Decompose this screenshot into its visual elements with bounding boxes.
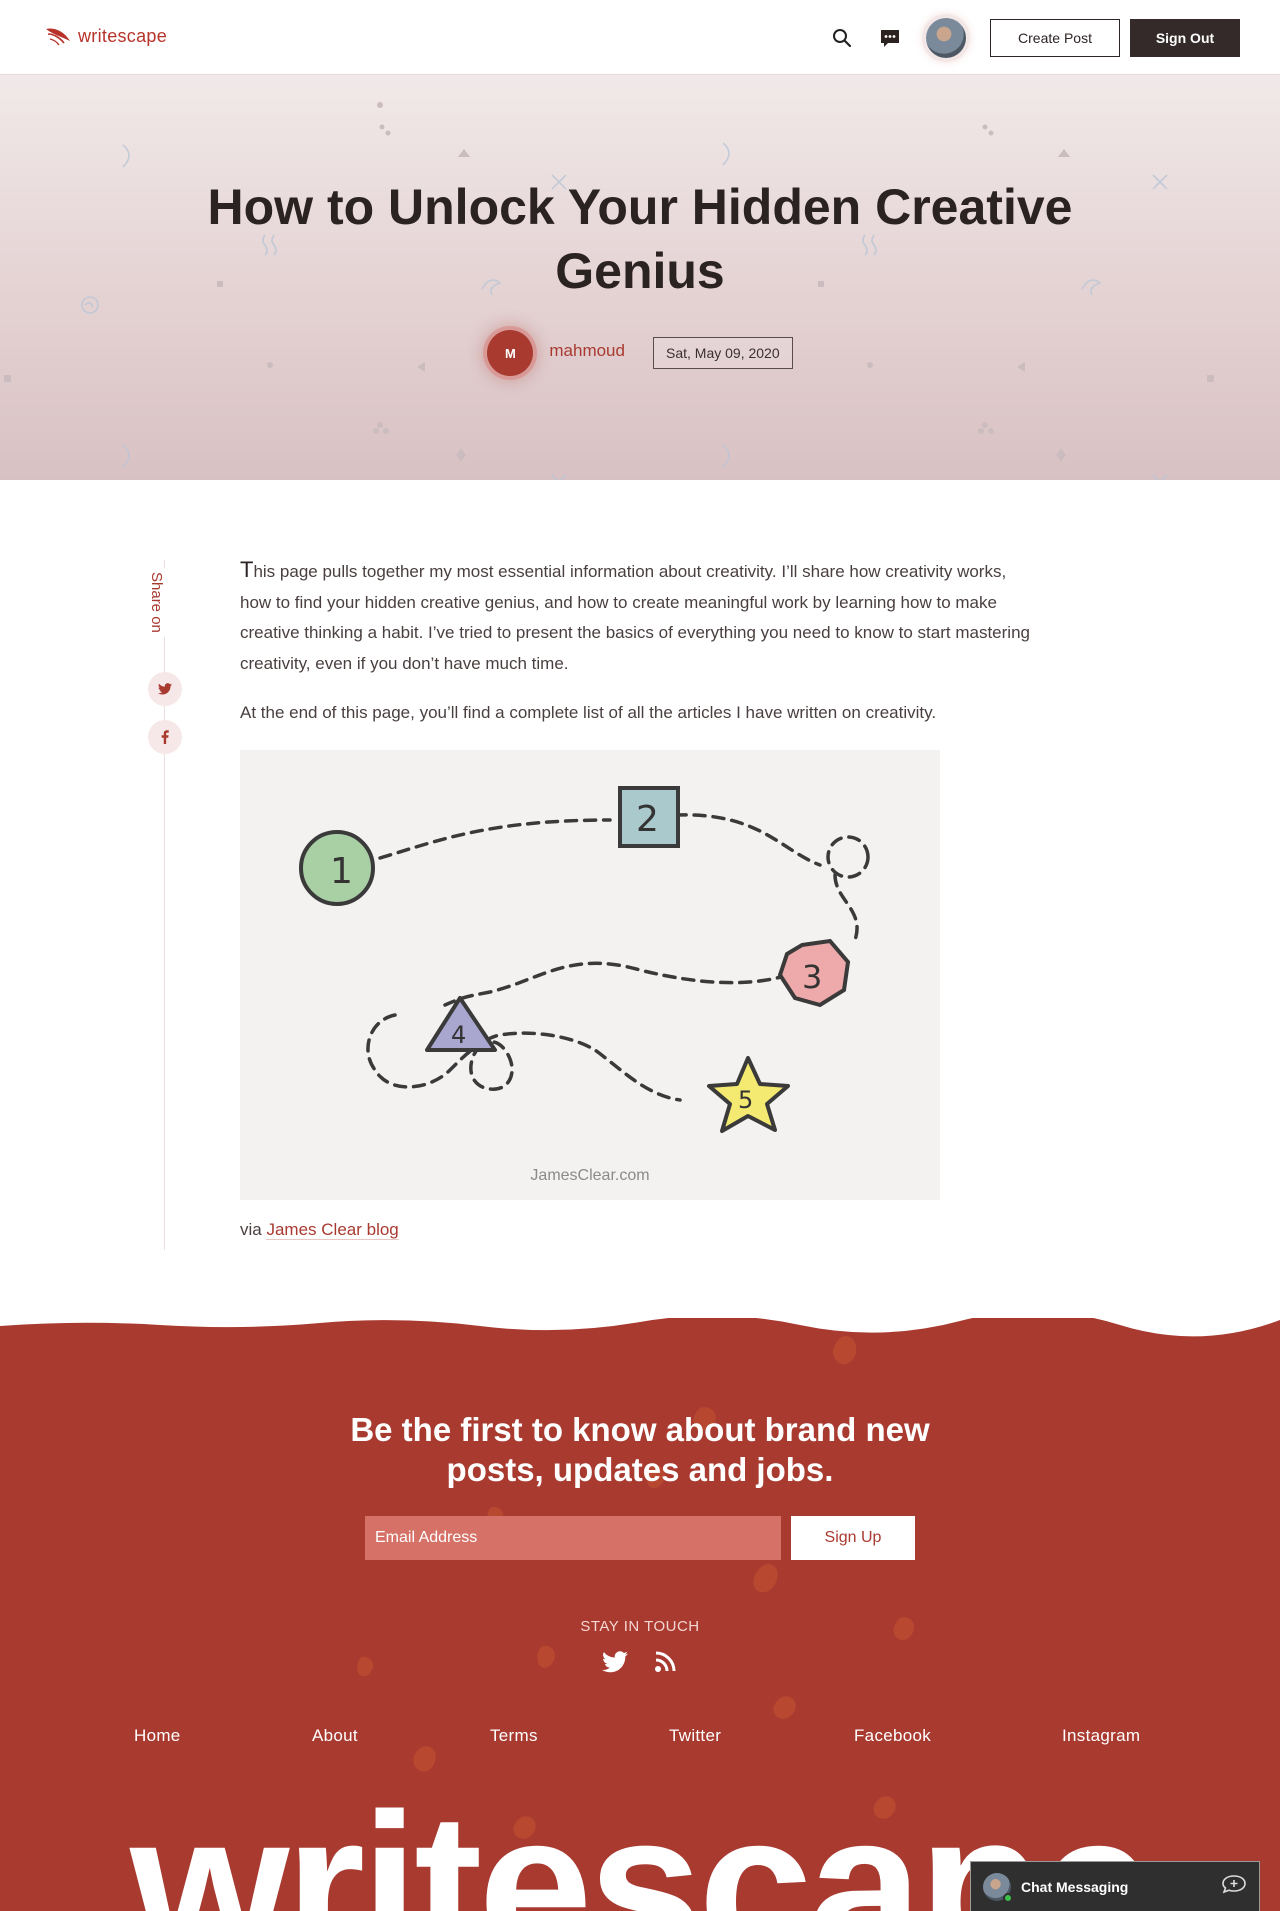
quill-icon <box>46 28 70 46</box>
online-status-dot <box>1003 1892 1013 1903</box>
create-post-button[interactable]: Create Post <box>990 19 1120 57</box>
footer-link-about[interactable]: About <box>312 1726 358 1746</box>
chat-messaging-widget[interactable]: Chat Messaging <box>970 1861 1260 1911</box>
figure-number-3: 3 <box>802 958 822 996</box>
footer-link-twitter[interactable]: Twitter <box>669 1726 721 1746</box>
share-sidebar: Share on <box>146 560 186 1250</box>
share-label: Share on <box>148 568 165 637</box>
twitter-icon[interactable] <box>601 1648 629 1676</box>
post-meta: M mahmoud Sat, May 09, 2020 <box>0 330 1280 376</box>
caption-prefix: via <box>240 1220 262 1239</box>
twitter-share-icon[interactable] <box>148 672 182 706</box>
share-divider-line <box>164 560 165 1250</box>
intro-paragraph-text: his page pulls together my most essentia… <box>240 562 1030 673</box>
chat-user-avatar <box>983 1872 1013 1903</box>
post-hero: How to Unlock Your Hidden Creative Geniu… <box>0 75 1280 480</box>
post-title: How to Unlock Your Hidden Creative Geniu… <box>207 179 1073 299</box>
author-name-link[interactable]: mahmoud <box>549 341 625 361</box>
chat-label: Chat Messaging <box>1021 1878 1129 1895</box>
footer-link-facebook[interactable]: Facebook <box>854 1726 931 1746</box>
sign-out-button[interactable]: Sign Out <box>1130 19 1240 57</box>
source-link[interactable]: James Clear blog <box>266 1220 399 1240</box>
figure-number-1: 1 <box>330 851 353 892</box>
search-icon[interactable] <box>822 18 862 58</box>
figure-number-5: 5 <box>738 1086 753 1114</box>
new-message-icon[interactable] <box>1221 1874 1247 1899</box>
top-navigation: writescape Create Post Sign Out <box>0 0 1280 75</box>
post-body: This page pulls together my most essenti… <box>240 555 1040 748</box>
figure-number-2: 2 <box>636 799 659 840</box>
footer-link-instagram[interactable]: Instagram <box>1062 1726 1140 1746</box>
rss-icon[interactable] <box>651 1648 679 1676</box>
intro-paragraph: This page pulls together my most essenti… <box>240 555 1040 679</box>
footer-nav: Home About Terms Twitter Facebook Instag… <box>0 1726 1280 1756</box>
stay-in-touch-label: STAY IN TOUCH <box>580 1618 700 1635</box>
site-footer: Be the first to know about brand new pos… <box>0 1318 1280 1911</box>
newsletter-headline: Be the first to know about brand new pos… <box>350 1411 930 1488</box>
email-input[interactable] <box>365 1516 781 1560</box>
brand-name: writescape <box>78 25 168 46</box>
header-actions: Create Post Sign Out <box>822 18 1240 58</box>
author-avatar[interactable]: M <box>487 330 534 376</box>
user-avatar[interactable] <box>926 18 966 58</box>
facebook-share-icon[interactable] <box>148 720 182 754</box>
image-caption: via James Clear blog <box>240 1220 399 1240</box>
figure-credit: JamesClear.com <box>530 1167 649 1184</box>
sign-up-button[interactable]: Sign Up <box>791 1516 915 1560</box>
creativity-path-illustration: 1 2 3 4 5 JamesClear.com <box>240 750 940 1200</box>
figure-number-4: 4 <box>451 1021 466 1049</box>
post-date: Sat, May 09, 2020 <box>652 337 793 369</box>
footer-link-home[interactable]: Home <box>134 1726 181 1746</box>
second-paragraph: At the end of this page, you’ll find a c… <box>240 703 937 722</box>
footer-social-links <box>0 1648 1280 1676</box>
brand-logo[interactable]: writescape <box>44 25 167 47</box>
drop-cap: T <box>240 557 254 582</box>
footer-link-terms[interactable]: Terms <box>490 1726 538 1746</box>
messages-icon[interactable] <box>870 18 910 58</box>
path-doodle: 1 2 3 4 5 JamesClear.com <box>299 786 870 1184</box>
